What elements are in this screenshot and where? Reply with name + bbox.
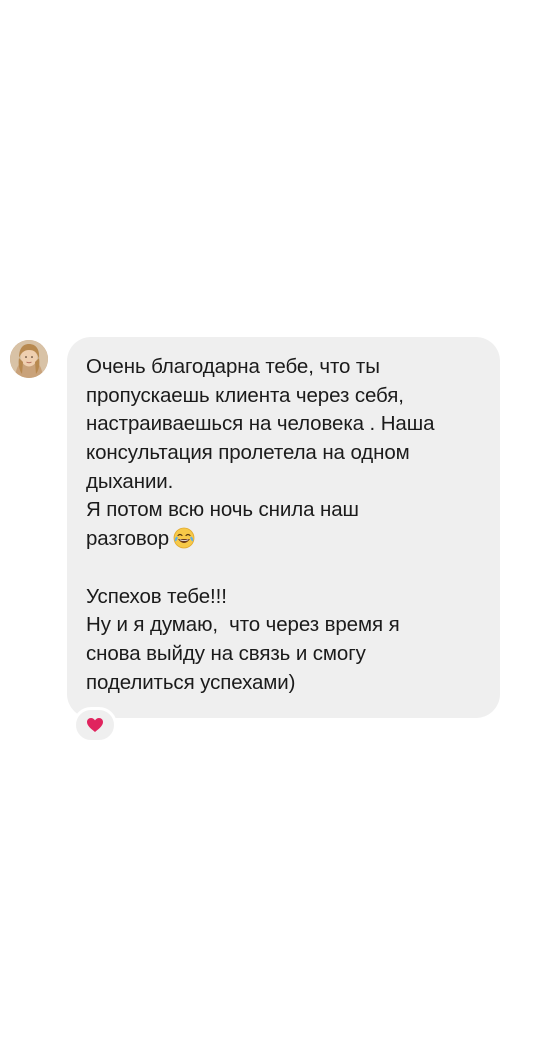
message-line: Успехов тебе!!!	[86, 584, 227, 608]
message-line: настраиваешься на человека . Наша	[86, 412, 435, 436]
message-line: Я потом всю ночь снила наш	[86, 498, 359, 522]
message-line	[86, 554, 484, 583]
message-line-with-emoji: разговор	[86, 525, 484, 554]
message-line-text: разговор	[86, 527, 170, 551]
heart-icon	[87, 718, 103, 732]
message-line: снова выйду на связь и смогу	[86, 641, 366, 665]
message-line: дыхании.	[86, 469, 174, 493]
message-bubble[interactable]: Очень благодарна тебе, что ты пропускаеш…	[67, 337, 500, 718]
conversation-thread: Очень благодарна тебе, что ты пропускаеш…	[0, 0, 541, 1061]
reaction-badge[interactable]	[73, 707, 117, 743]
message-line: пропускаешь клиента через себя,	[86, 383, 404, 407]
avatar-photo-icon	[10, 340, 48, 378]
face-with-tears-of-joy-icon	[173, 527, 195, 549]
sender-avatar[interactable]	[10, 340, 48, 378]
message-line: консультация пролетела на одном	[86, 441, 410, 465]
message-line: Очень благодарна тебе, что ты	[86, 355, 380, 378]
message-line: Ну и я думаю, что через время я	[86, 613, 400, 637]
message-line: поделиться успехами)	[86, 670, 296, 694]
